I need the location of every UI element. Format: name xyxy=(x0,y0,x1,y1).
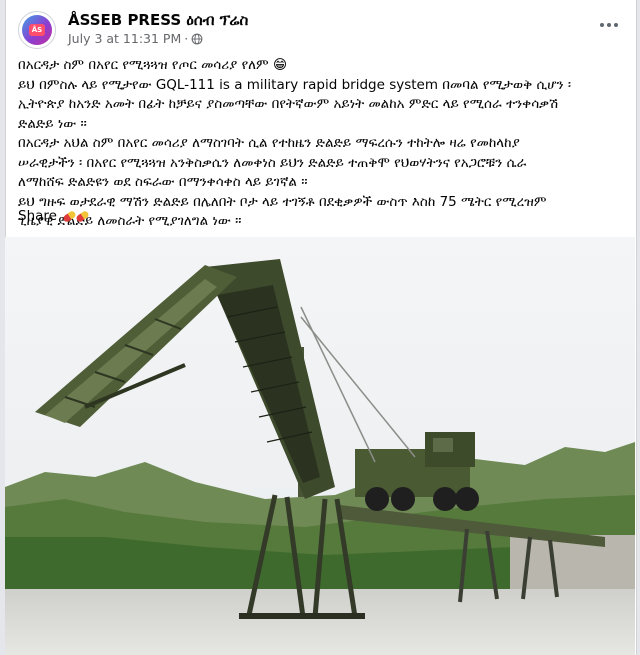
post-text-line: ለማከሸፍ ድልድዩን ወደ ስፍራው በማንቀሳቀስ ላይ ይገኛል ። xyxy=(18,174,308,190)
post-text-line: ይህ በምስሉ ላይ የሚታየው GQL-111 is a military r… xyxy=(18,76,572,93)
post-text-line: በአርዳታ ስም በአየር የሚጓጓዝ የጦር መሳሪያ የለም 😁 xyxy=(18,57,288,73)
ground xyxy=(5,589,635,655)
post-timestamp[interactable]: July 3 at 11:31 PM xyxy=(68,31,181,46)
page-name-link[interactable]: ÅSSEB PRESS ዕሰብ ፕሬስ xyxy=(68,11,248,29)
post-text-line: ሠራዊታችን ፡ በአየር የሚጓጓዝ አንቅስቃሴን ለመቀነስ ይህን ድል… xyxy=(18,154,527,171)
post-meta: July 3 at 11:31 PM · xyxy=(68,31,203,46)
post-text-line: ድልድይ ነው ። xyxy=(18,115,87,132)
meta-separator: · xyxy=(184,31,189,46)
page-avatar[interactable]: ÅS xyxy=(18,11,56,49)
post-header: ÅS ÅSSEB PRESS ዕሰብ ፕሬስ July 3 at 11:31 P… xyxy=(18,10,624,50)
pill-emoji-icon xyxy=(62,208,90,224)
post-text: በአርዳታ ስም በአየር የሚጓጓዝ የጦር መሳሪያ የለም 😁 ይህ በም… xyxy=(18,56,626,232)
bridge-vehicle-photo xyxy=(5,237,635,655)
avatar-logo: ÅS xyxy=(22,15,52,45)
more-options-icon[interactable] xyxy=(598,16,620,34)
avatar-badge: ÅS xyxy=(29,24,45,36)
post-text-line: ጊዜያዊ ድልድይ ለመስራት የሚያገለግል ነው ። xyxy=(18,213,242,229)
post-text-line: ኢትዮጵያ ከአንድ አመት በፊት ከቻይና ያስመጣቸው በየትኛውም አይ… xyxy=(18,96,559,112)
share-text: Share xyxy=(18,208,57,224)
post-text-line: ይህ ግዙፍ ወታደራዊ ማሽን ድልድይ በሌለበት ቦታ ላይ ተገኝቶ በ… xyxy=(18,193,547,210)
post-photo[interactable] xyxy=(5,237,635,655)
share-line: Share xyxy=(18,208,90,224)
post-text-line: በአርዳታ አህል ስም በአየር መሳሪያ ለማስገባት ሲል የተከዜን ድ… xyxy=(18,135,520,151)
globe-icon xyxy=(191,33,203,44)
